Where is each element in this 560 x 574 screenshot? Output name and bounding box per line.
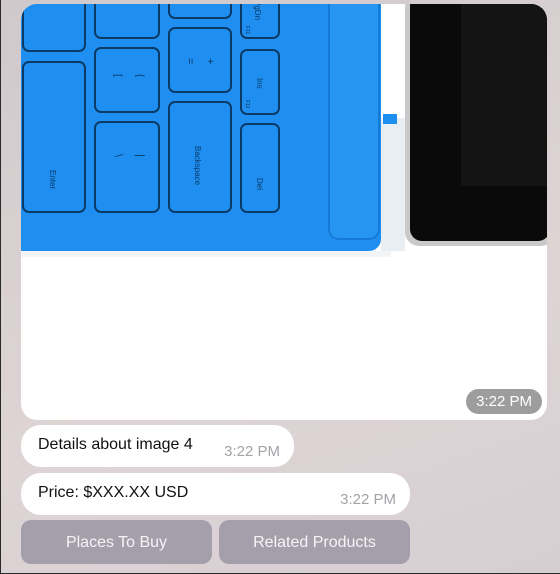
- keyboard-shadow: [21, 251, 391, 257]
- window-edge-left: [0, 0, 1, 574]
- related-products-button[interactable]: Related Products: [219, 520, 410, 564]
- key-label-backspace: Backspace: [193, 146, 202, 186]
- message-text: Details about image 4: [38, 436, 193, 453]
- cover-edge: [381, 118, 405, 251]
- key-label-f12: F12: [244, 100, 250, 109]
- key-bracket: [94, 47, 160, 113]
- key-equals: [168, 27, 232, 93]
- key-label-pgdn: PgDn: [253, 4, 262, 20]
- key-label-bracket-open: [: [112, 74, 123, 77]
- key-label-equals: =: [184, 58, 196, 64]
- key-del: [240, 123, 280, 213]
- key-label-plus: +: [204, 58, 216, 64]
- key-top-right: [168, 4, 232, 19]
- message-bubble: Price: $XXX.XX USD 3:22 PM: [21, 473, 410, 515]
- keyboard-fold: [328, 4, 380, 240]
- image-timestamp: 3:22 PM: [466, 389, 542, 414]
- key-label-pipe: |: [134, 154, 146, 157]
- key-label-ins: Ins: [255, 78, 264, 89]
- tablet-screen: [461, 4, 547, 186]
- cover-tab: [383, 114, 397, 124]
- key-enter: [22, 61, 86, 213]
- key-top-left: [22, 4, 86, 52]
- key-label-del: Del: [255, 178, 264, 190]
- places-to-buy-button[interactable]: Places To Buy: [21, 520, 212, 564]
- key-label-enter: Enter: [48, 170, 57, 189]
- key-label-f11: F11: [244, 26, 250, 34]
- key-backslash: [94, 121, 160, 213]
- key-top-mid: [94, 4, 160, 39]
- message-timestamp: 3:22 PM: [340, 491, 396, 508]
- message-timestamp: 3:22 PM: [224, 443, 280, 460]
- image-message[interactable]: PgDn F11 Ins F12 Enter Backspace Del [ {…: [21, 4, 547, 420]
- message-text: Price: $XXX.XX USD: [38, 484, 189, 501]
- message-bubble: Details about image 4 3:22 PM: [21, 425, 294, 467]
- product-photo: PgDn F11 Ins F12 Enter Backspace Del [ {…: [21, 4, 547, 257]
